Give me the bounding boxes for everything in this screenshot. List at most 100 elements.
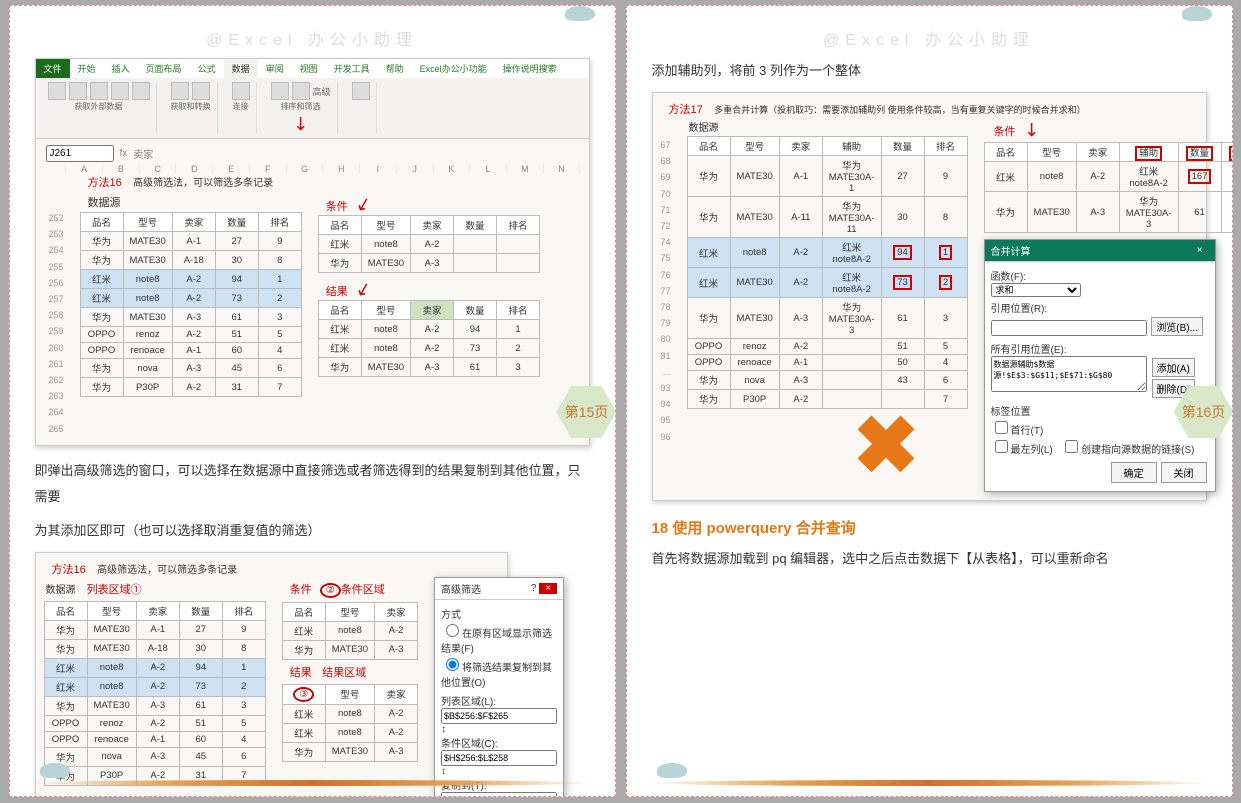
formula-bar[interactable]: 卖家 (133, 146, 153, 161)
error-x-icon: ✖ (853, 422, 920, 470)
browse-button[interactable]: 浏览(B)... (1151, 317, 1203, 336)
split-icon[interactable] (352, 82, 370, 100)
left-col-checkbox[interactable] (995, 440, 1008, 453)
table-icon[interactable] (192, 82, 210, 100)
source-table: 品名型号卖家数量排名 华为MATE30A-1279 华为MATE30A-1830… (80, 212, 302, 397)
body-text: 为其添加区即可（也可以选择取消重复值的筛选） (35, 518, 590, 544)
method-label: 方法16 (44, 562, 94, 578)
close-icon[interactable]: × (1191, 245, 1209, 256)
table-row: 红米note8A-2941 (80, 270, 301, 289)
advanced-filter-dialog: 高级筛选? × 方式 在原有区域显示筛选结果(F) 将筛选结果复制到其他位置(O… (434, 577, 564, 797)
sort-icon[interactable] (271, 82, 289, 100)
group-label: 获取外部数据 (75, 101, 123, 112)
condition-table: 品名型号卖家数量排名 红米note8A-2 华为MATE30A-3 (318, 215, 540, 273)
tab-data[interactable]: 数据 (224, 59, 258, 78)
condition-label: 条件 (318, 199, 356, 215)
ref-input[interactable] (991, 320, 1147, 336)
all-refs-list[interactable]: 数据源辅助$数据源!$E$3:$G$11;$E$71:$G$80 (991, 356, 1147, 392)
existing-icon[interactable] (132, 82, 150, 100)
tab-file[interactable]: 文件 (36, 59, 70, 78)
excel-ribbon: 文件 开始 插入 页面布局 公式 数据 审阅 视图 开发工具 帮助 Excel办… (36, 59, 589, 139)
close-icon[interactable]: × (539, 583, 557, 594)
col-headers: ABCDEFGHIJKLMN (44, 164, 581, 174)
dialog-title: 合并计算 (991, 243, 1031, 258)
leaf-decoration (649, 780, 1209, 786)
dialog-title: 高级筛选 (441, 581, 481, 596)
refresh-icon[interactable] (232, 82, 250, 100)
tab-dev[interactable]: 开发工具 (326, 59, 378, 78)
body-text: 添加辅助列，将前 3 列作为一个整体 (652, 58, 1207, 84)
bird-icon (657, 763, 687, 778)
group-label: 排序和筛选 (281, 101, 321, 112)
group-label: 获取和转换 (171, 101, 211, 112)
table-row: 华为MATE30A-1279 (80, 232, 301, 251)
row-numbers: 6768697071727475767778798081...93949596 (661, 117, 671, 445)
group-tools (346, 82, 377, 134)
tab-tell[interactable]: 操作说明搜索 (495, 59, 565, 78)
page-number-badge: 第16页 (1174, 386, 1233, 438)
consolidate-dialog: 合并计算× 函数(F): 求和 引用位置(R): 浏览(B)... 所有引用位置… (984, 239, 1216, 492)
tab-home[interactable]: 开始 (70, 59, 104, 78)
tab-layout[interactable]: 页面布局 (138, 59, 190, 78)
other-icon[interactable] (111, 82, 129, 100)
result-table: 品名型号卖家数量排名 红米note8A-2941 红米note8A-2732 华… (318, 300, 540, 377)
page-number-badge: 第15页 (557, 386, 616, 438)
table-row: 华为novaA-3456 (80, 359, 301, 378)
radio-copy[interactable] (446, 658, 459, 671)
ok-button[interactable]: 确定 (1111, 462, 1157, 483)
tab-formula[interactable]: 公式 (190, 59, 224, 78)
group-sort-filter: 高级 排序和筛选 ↘ (265, 82, 338, 134)
tab-addin[interactable]: Excel办公小功能 (412, 59, 495, 78)
source-label: 数据源 (80, 190, 302, 212)
ribbon-body: 获取外部数据 获取和转换 连接 高级 排序和筛选 ↘ (36, 78, 589, 138)
page-16: @Excel 办公小助理 添加辅助列，将前 3 列作为一个整体 方法17 多重合… (626, 5, 1233, 797)
text-icon[interactable] (90, 82, 108, 100)
body-text: 即弹出高级筛选的窗口，可以选择在数据源中直接筛选或者筛选得到的结果复制到其他位置… (35, 458, 590, 510)
bird-icon (565, 6, 595, 21)
radio-in-place[interactable] (446, 624, 459, 637)
tab-help[interactable]: 帮助 (378, 59, 412, 78)
watermark: @Excel 办公小助理 (652, 26, 1207, 50)
arrow-icon: ↘ (288, 111, 314, 137)
table-row: 华为MATE30A-18308 (80, 251, 301, 270)
watermark: @Excel 办公小助理 (35, 26, 590, 50)
range-picker-icon[interactable]: ↕ (441, 724, 446, 735)
arrow-icon: ↙ (353, 192, 373, 216)
web-icon[interactable] (69, 82, 87, 100)
method-label: 方法16 (80, 175, 130, 191)
source-table-3: 品名型号卖家辅助数量排名 华为MATE30A-1华为MATE30A-1279 华… (687, 136, 968, 409)
top-row-checkbox[interactable] (995, 421, 1008, 434)
access-icon[interactable] (48, 82, 66, 100)
table-row: OPPOrenoaceA-1604 (80, 343, 301, 359)
group-external-data: 获取外部数据 (42, 82, 157, 134)
sheet-area: 2522532542552562572582592602612622632642… (44, 174, 581, 437)
condition-table-3: 品名型号卖家辅助数量排名 红米note8A-2红米note8A-21673 华为… (984, 142, 1233, 233)
close-button[interactable]: 关闭 (1161, 462, 1207, 483)
method-label: 方法17 (661, 102, 711, 118)
criteria-range-input[interactable] (441, 750, 557, 766)
page-15: @Excel 办公小助理 文件 开始 插入 页面布局 公式 数据 审阅 视图 开… (9, 5, 616, 797)
ribbon-tabs: 文件 开始 插入 页面布局 公式 数据 审阅 视图 开发工具 帮助 Excel办… (36, 59, 589, 78)
add-button[interactable]: 添加(A) (1152, 358, 1195, 377)
bird-icon (40, 763, 70, 778)
name-box[interactable] (46, 145, 114, 162)
copy-to-input[interactable] (441, 792, 557, 797)
table-row: 华为P30PA-2317 (80, 378, 301, 397)
help-icon[interactable]: ? (531, 583, 537, 594)
function-select[interactable]: 求和 (991, 283, 1081, 297)
annotation: 列表区域① (87, 584, 142, 596)
list-range-input[interactable] (441, 708, 557, 724)
tab-review[interactable]: 审阅 (258, 59, 292, 78)
filter-icon[interactable] (292, 82, 310, 100)
name-box-row: fx 卖家 (44, 143, 581, 164)
tab-insert[interactable]: 插入 (104, 59, 138, 78)
source-table-2: 品名型号卖家数量排名 华为MATE30A-1279 华为MATE30A-1830… (44, 601, 266, 786)
fx-icon[interactable]: fx (120, 148, 128, 159)
range-picker-icon[interactable]: ↕ (441, 766, 446, 777)
advanced-button[interactable]: 高级 (313, 85, 331, 98)
query-icon[interactable] (171, 82, 189, 100)
link-checkbox[interactable] (1065, 440, 1078, 453)
table-row: 华为MATE30A-3613 (80, 308, 301, 327)
tab-view[interactable]: 视图 (292, 59, 326, 78)
excel-screenshot-3: 方法17 多重合并计算（投机取巧：需要添加辅助列 使用条件较高，当有重复关键字的… (652, 92, 1207, 501)
